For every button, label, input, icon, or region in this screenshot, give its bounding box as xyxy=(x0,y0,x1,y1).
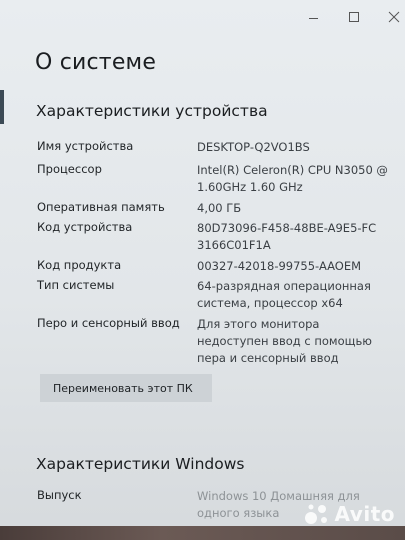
device-name-label: Имя устройства xyxy=(37,139,134,153)
monitor-bezel xyxy=(0,526,405,540)
minimize-icon[interactable] xyxy=(309,18,318,19)
avito-logo-icon xyxy=(304,504,327,524)
nav-selection-indicator xyxy=(0,90,4,124)
close-icon[interactable] xyxy=(388,11,400,23)
device-id-label: Код устройства xyxy=(37,220,133,234)
title-bar xyxy=(265,6,405,28)
pen-touch-value: Для этого монитора недоступен ввод с пом… xyxy=(197,317,372,365)
product-id-value: 00327-42018-99755-AAOEM xyxy=(197,259,362,273)
device-name-value: DESKTOP-Q2VO1BS xyxy=(197,140,310,154)
maximize-icon[interactable] xyxy=(349,12,359,22)
ram-label: Оперативная память xyxy=(37,200,165,214)
system-type-value: 64-разрядная операционная система, проце… xyxy=(197,279,371,310)
device-id-value: 80D73096-F458-48BE-A9E5-FC3166C01F1A xyxy=(197,221,377,252)
avito-watermark: Avito xyxy=(303,502,395,526)
product-id-label: Код продукта xyxy=(37,258,122,272)
settings-window: О системе Характеристики устройства Имя … xyxy=(0,0,405,540)
rename-pc-button[interactable]: Переименовать этот ПК xyxy=(40,374,212,402)
page-title: О системе xyxy=(35,50,157,75)
windows-specs-heading: Характеристики Windows xyxy=(36,455,245,473)
edition-label: Выпуск xyxy=(37,488,82,502)
avito-watermark-text: Avito xyxy=(334,502,395,526)
pen-touch-label: Перо и сенсорный ввод xyxy=(37,316,180,330)
ram-value: 4,00 ГБ xyxy=(197,201,242,215)
processor-label: Процессор xyxy=(37,162,102,176)
system-type-label: Тип системы xyxy=(37,278,115,292)
processor-value: Intel(R) Celeron(R) CPU N3050 @ 1.60GHz … xyxy=(197,163,388,194)
device-specs-heading: Характеристики устройства xyxy=(36,102,268,120)
